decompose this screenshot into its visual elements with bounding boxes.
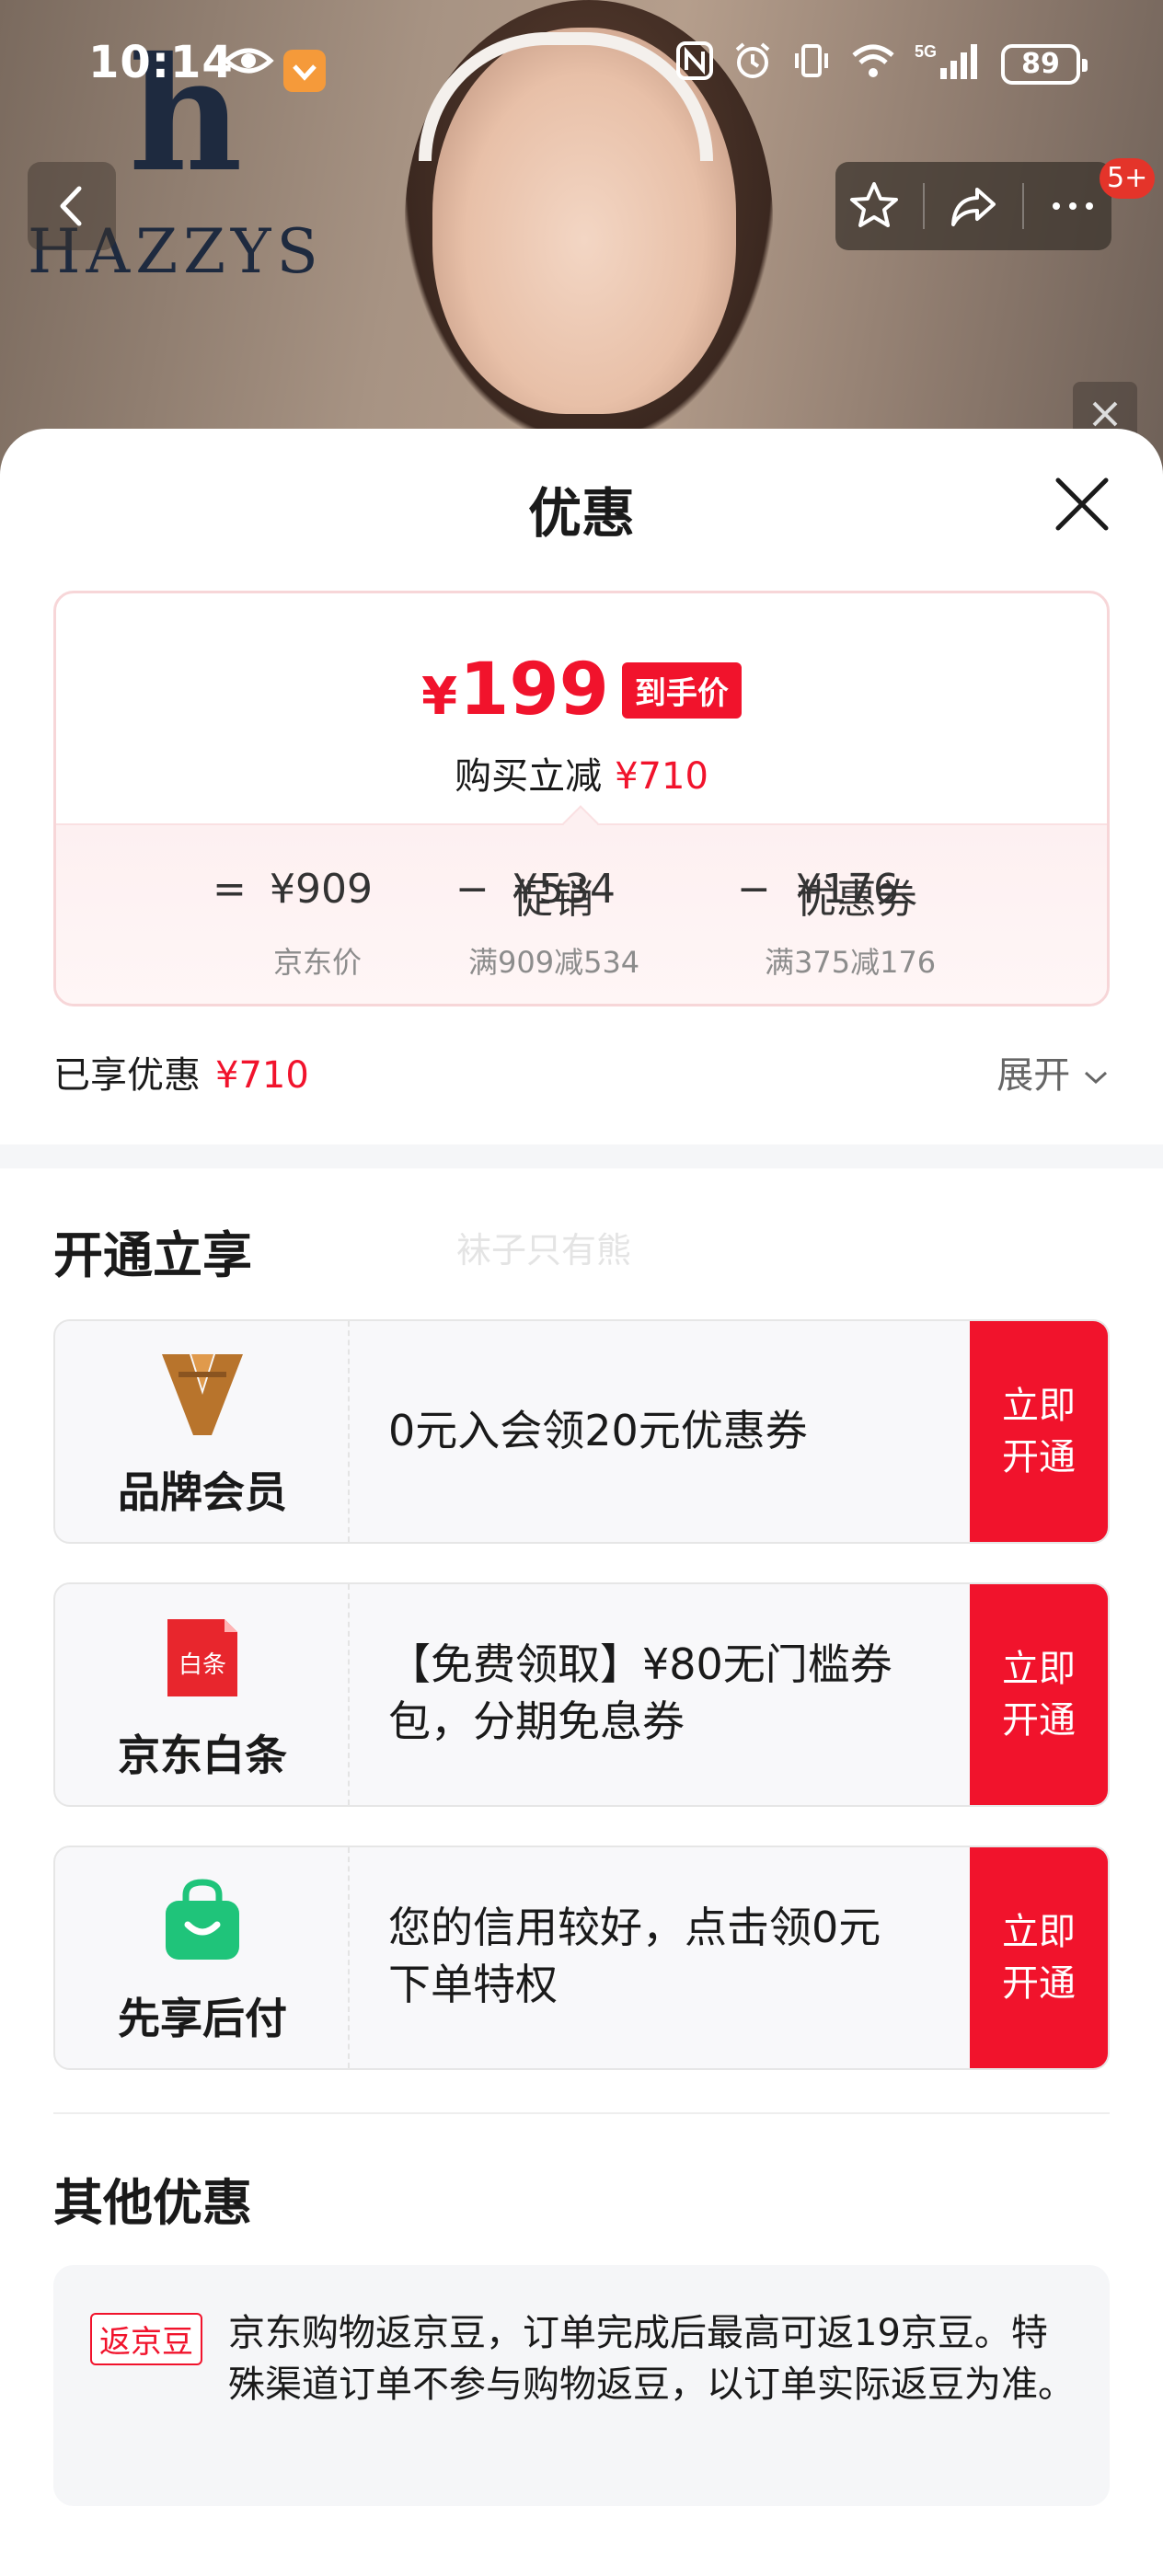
enjoyed-amount: ¥710 [215, 1054, 309, 1097]
alarm-icon [732, 40, 773, 87]
top-action-bar [835, 162, 1111, 250]
button-line: 立即 [1002, 1911, 1076, 1953]
promo-card-baitiao[interactable]: 白条 京东白条 【免费领取】¥80无门槛券包，分期免息券 立即 开通 [53, 1582, 1110, 1807]
promo-name: 先享后付 [118, 1994, 287, 2043]
button-line: 开通 [1002, 1962, 1076, 2005]
nfc-icon [675, 40, 714, 87]
price-calc-row: = ¥909 − 促销 ¥534 − 优惠券 ¥176 [213, 866, 917, 923]
jd-price: ¥909 [270, 866, 373, 913]
reduce-amount: ¥710 [615, 755, 708, 798]
expand-label: 展开 [996, 1054, 1071, 1097]
sheet-title: 优惠 [527, 482, 635, 545]
final-price-tag: 到手价 [621, 661, 742, 719]
shopping-bag-icon [166, 1879, 239, 1960]
price-breakdown-card: ¥199 到手价 购买立减 ¥710 = ¥909 − 促销 ¥534 − 优惠券 … [53, 591, 1110, 1006]
open-now-button[interactable]: 立即 开通 [970, 1584, 1108, 1805]
promo-description: 您的信用较好，点击领0元下单特权 [388, 1903, 881, 2009]
status-icons: 5G 89 [675, 40, 1088, 87]
button-line: 立即 [1002, 1385, 1076, 1427]
svg-text:5G: 5G [915, 42, 937, 61]
share-icon[interactable] [946, 178, 1001, 234]
chevron-down-icon [1084, 1071, 1108, 1085]
section-divider [0, 1144, 1163, 1168]
button-line: 立即 [1002, 1648, 1076, 1690]
button-line: 开通 [1002, 1436, 1076, 1478]
coupon-rule: 满375减176 [765, 945, 937, 980]
status-bar: 10:14 5G 89 [0, 37, 1163, 110]
svg-text:白条: 白条 [178, 1651, 226, 1679]
button-line: 开通 [1002, 1699, 1076, 1742]
promo-rule: 满909减534 [468, 945, 640, 980]
final-price: ¥199 [421, 649, 609, 731]
promo-name: 京东白条 [118, 1731, 287, 1780]
wifi-icon [850, 42, 896, 86]
action-divider [1022, 183, 1025, 229]
promo-card-pay-later[interactable]: 先享后付 您的信用较好，点击领0元下单特权 立即 开通 [53, 1846, 1110, 2070]
jingdou-description: 京东购物返京豆，订单完成后最高可返19京豆。特殊渠道订单不参与购物返豆，以订单实… [228, 2312, 1075, 2406]
watermark-text: 袜子只有熊 [456, 1230, 632, 1271]
promo-card-brand-member[interactable]: 品牌会员 0元入会领20元优惠券 立即 开通 [53, 1319, 1110, 1544]
favorite-star-icon[interactable] [846, 178, 902, 234]
minus-sign: − [737, 866, 771, 913]
action-divider [922, 183, 925, 229]
instant-reduction: 购买立减 ¥710 [56, 746, 1107, 799]
status-time: 10:14 [88, 37, 234, 88]
promo-left: 品牌会员 [55, 1321, 350, 1542]
minus-sign: − [455, 866, 489, 913]
battery-indicator: 89 [1001, 43, 1088, 85]
open-now-button[interactable]: 立即 开通 [970, 1321, 1108, 1542]
baitiao-icon: 白条 [167, 1619, 237, 1696]
open-now-button[interactable]: 立即 开通 [970, 1847, 1108, 2068]
promo-description: 【免费领取】¥80无门槛券包，分期免息券 [388, 1639, 892, 1746]
reduce-label: 购买立减 [455, 755, 603, 798]
chevron-left-icon [60, 186, 82, 226]
message-count-badge: 5+ [1100, 158, 1156, 199]
back-button[interactable] [28, 162, 116, 250]
equals-sign: = [213, 866, 247, 913]
vibrate-icon [791, 40, 832, 87]
final-price-row: ¥199 到手价 [56, 649, 1107, 731]
close-icon [1092, 401, 1118, 427]
enjoyed-discount: 已享优惠 ¥710 [53, 1045, 309, 1098]
other-section-title: 其他优惠 [53, 2174, 252, 2232]
jingdou-tag: 返京豆 [90, 2313, 202, 2365]
discount-sheet: 优惠 ¥199 到手价 购买立减 ¥710 = ¥909 − 促销 ¥534 − 优… [0, 429, 1163, 2576]
notification-app-icon [283, 50, 326, 92]
promo-description: 0元入会领20元优惠券 [388, 1406, 808, 1455]
more-icon[interactable] [1045, 178, 1100, 234]
jd-price-label: 京东价 [273, 945, 363, 980]
promo-left: 先享后付 [55, 1847, 350, 2068]
separator-line [53, 2112, 1110, 2114]
close-icon[interactable] [1051, 473, 1113, 535]
brand-member-v-icon [162, 1354, 243, 1435]
open-section-title: 开通立享 [53, 1226, 252, 1284]
expand-button[interactable]: 展开 [996, 1045, 1110, 1098]
promo-left: 白条 京东白条 [55, 1584, 350, 1805]
signal-5g-icon: 5G [915, 40, 983, 87]
enjoyed-label: 已享优惠 [53, 1054, 201, 1097]
promo-name: 品牌会员 [118, 1467, 287, 1517]
jingdou-rebate-card: 返京豆 京东购物返京豆，订单完成后最高可返19京豆。特殊渠道订单不参与购物返豆，… [53, 2265, 1110, 2506]
eye-icon [223, 48, 274, 74]
